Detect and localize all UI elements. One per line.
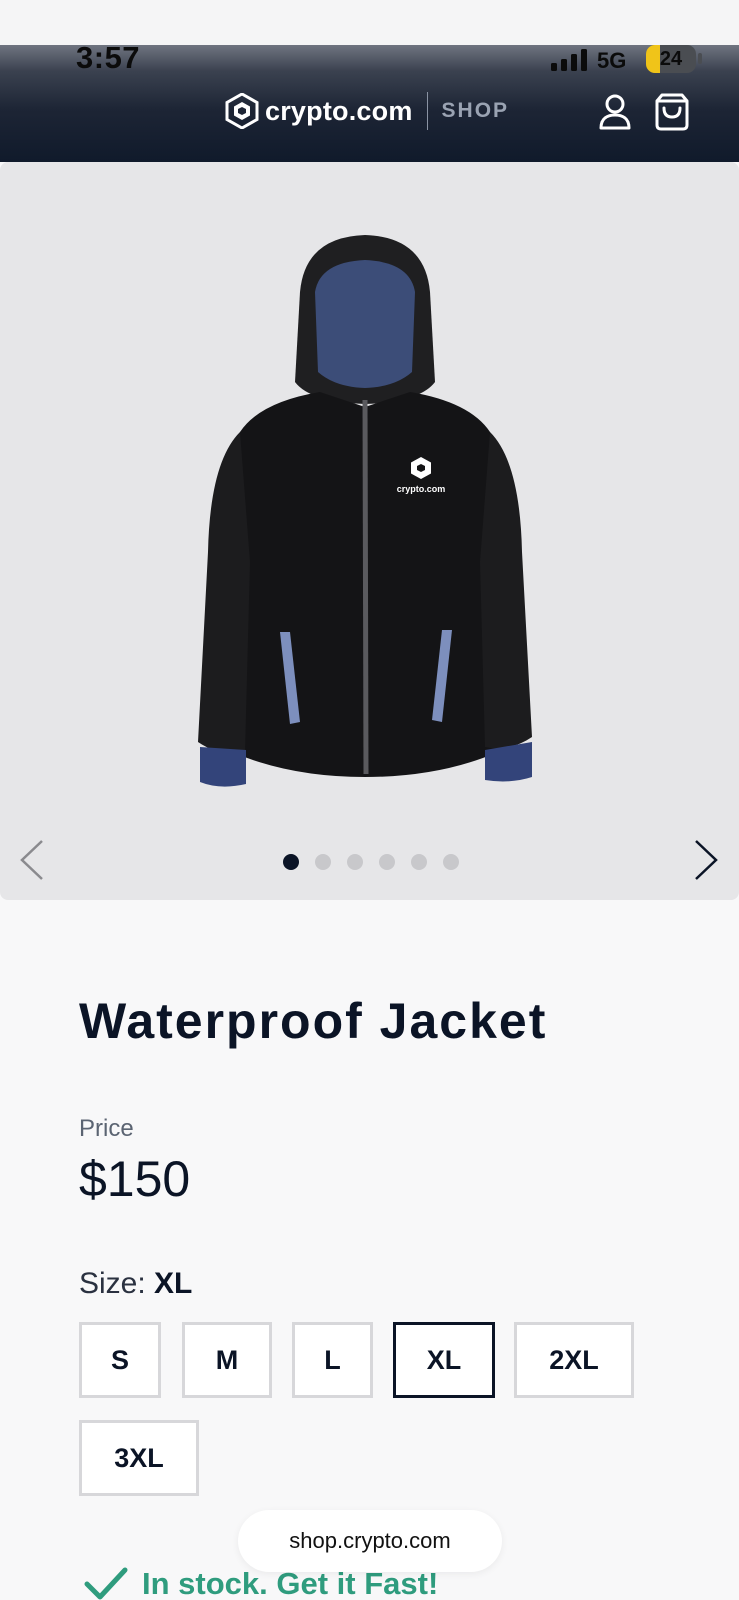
selected-size-value: XL (154, 1267, 193, 1300)
brand-name: crypto.com (265, 95, 413, 126)
price-value: $150 (79, 1151, 191, 1207)
status-time: 3:57 (76, 40, 141, 75)
size-option-s[interactable]: S (79, 1322, 161, 1398)
carousel-dot-5[interactable] (411, 854, 427, 870)
chevron-right-icon[interactable] (692, 839, 720, 881)
product-title: Waterproof Jacket (79, 993, 548, 1049)
size-option-l[interactable]: L (292, 1322, 373, 1398)
product-gallery[interactable]: crypto.com (0, 162, 739, 900)
section-name: SHOP (441, 99, 510, 122)
size-option-3xl[interactable]: 3XL (79, 1420, 199, 1496)
browser-url-bar[interactable]: shop.crypto.com (238, 1510, 502, 1572)
top-strip (0, 0, 739, 45)
signal-icon (551, 49, 587, 71)
size-option-xl[interactable]: XL (393, 1322, 495, 1398)
crypto-logo-icon (225, 93, 259, 129)
user-icon[interactable] (598, 94, 632, 130)
network-type: 5G (597, 48, 627, 73)
battery-level: 24 (659, 48, 683, 70)
size-option-2xl[interactable]: 2XL (514, 1322, 634, 1398)
price-label: Price (79, 1115, 134, 1142)
size-label: Size: XL (79, 1267, 192, 1301)
check-icon (84, 1567, 128, 1600)
carousel-dot-6[interactable] (443, 854, 459, 870)
size-option-m[interactable]: M (182, 1322, 272, 1398)
shopping-bag-icon[interactable] (654, 93, 690, 131)
carousel-dot-4[interactable] (379, 854, 395, 870)
carousel-dots (283, 854, 459, 870)
battery-indicator: 24 (646, 45, 696, 73)
carousel-dot-2[interactable] (315, 854, 331, 870)
chevron-left-icon[interactable] (18, 839, 46, 881)
carousel-dot-3[interactable] (347, 854, 363, 870)
size-label-text: Size: (79, 1267, 146, 1300)
brand-logo[interactable]: crypto.com SHOP (225, 92, 509, 130)
battery-tip (698, 53, 702, 64)
product-image: crypto.com (198, 235, 532, 787)
jacket-logo-text: crypto.com (397, 484, 446, 494)
logo-divider (426, 92, 428, 130)
carousel-dot-1[interactable] (283, 854, 299, 870)
